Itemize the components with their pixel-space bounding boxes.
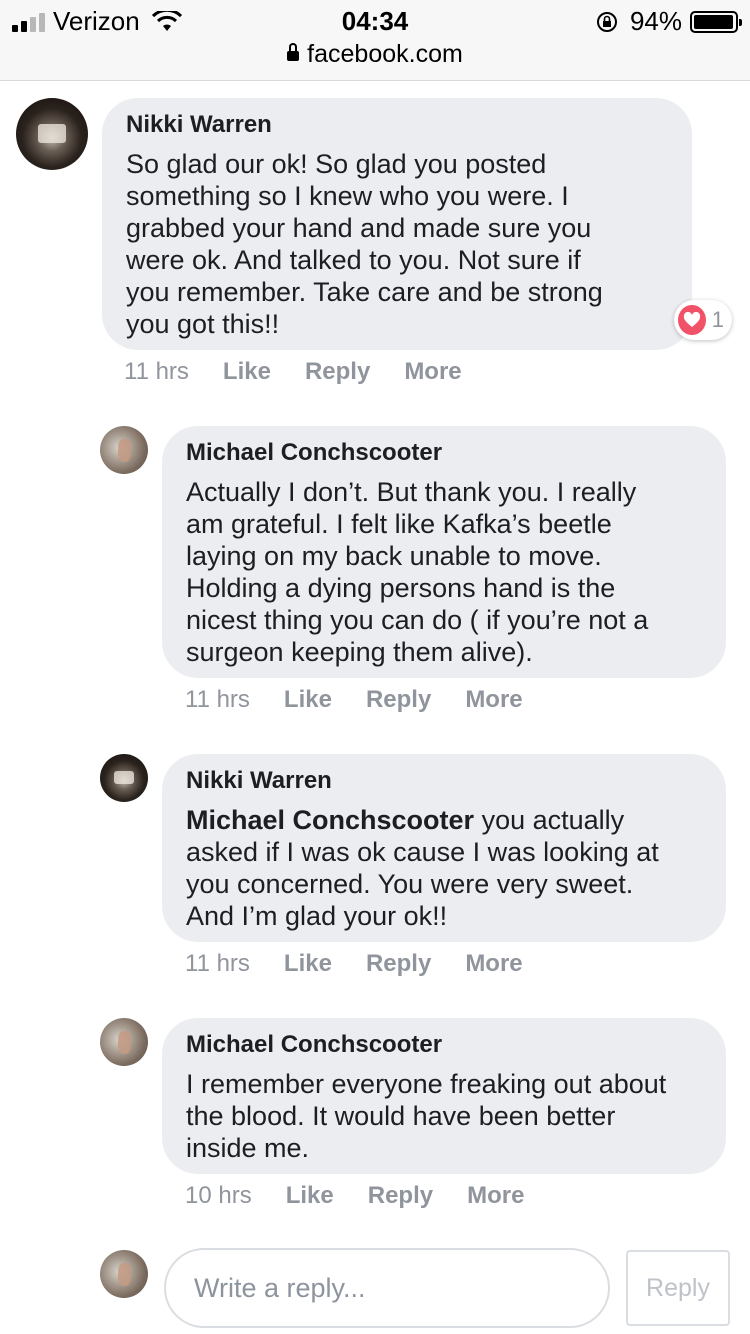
like-button[interactable]: Like [223, 358, 271, 386]
comment-actions: 11 hrs Like Reply More [185, 950, 523, 978]
avatar[interactable] [100, 1018, 148, 1066]
reply-input[interactable]: Write a reply... [164, 1248, 610, 1328]
url-text: facebook.com [307, 40, 463, 68]
comment-actions: 10 hrs Like Reply More [185, 1182, 524, 1210]
comment-bubble: Michael Conchscooter Actually I don’t. B… [162, 426, 726, 678]
like-button[interactable]: Like [286, 1182, 334, 1210]
avatar [100, 1250, 148, 1298]
comment-author[interactable]: Michael Conchscooter [186, 438, 702, 468]
reaction-count: 1 [711, 307, 724, 332]
more-button[interactable]: More [467, 1182, 524, 1210]
reply-submit-button[interactable]: Reply [626, 1250, 730, 1326]
comment-author[interactable]: Nikki Warren [126, 110, 668, 140]
comment-actions: 11 hrs Like Reply More [124, 358, 462, 386]
reply-button[interactable]: Reply [366, 686, 431, 714]
comment-text: Michael Conchscooter you actually asked … [186, 804, 702, 932]
like-button[interactable]: Like [284, 686, 332, 714]
comment-timestamp[interactable]: 11 hrs [124, 358, 189, 386]
avatar[interactable] [100, 754, 148, 802]
avatar[interactable] [100, 426, 148, 474]
comment-author[interactable]: Michael Conchscooter [186, 1030, 702, 1060]
reply-button[interactable]: Reply [368, 1182, 433, 1210]
comment-timestamp[interactable]: 11 hrs [185, 950, 250, 978]
address-bar[interactable]: facebook.com [0, 40, 750, 69]
status-bar: Verizon 04:34 94% facebook.com [0, 0, 750, 81]
more-button[interactable]: More [465, 950, 522, 978]
lock-icon [287, 43, 300, 61]
more-button[interactable]: More [465, 686, 522, 714]
comment-author[interactable]: Nikki Warren [186, 766, 702, 796]
heart-reaction-icon [678, 305, 706, 335]
battery-icon [690, 10, 742, 33]
reply-button[interactable]: Reply [366, 950, 431, 978]
comment-timestamp[interactable]: 11 hrs [185, 686, 250, 714]
comment-text: Actually I don’t. But thank you. I reall… [186, 477, 649, 667]
reply-button[interactable]: Reply [305, 358, 370, 386]
rotation-lock-icon [596, 11, 617, 32]
reaction-badge[interactable]: 1 [674, 300, 732, 340]
more-button[interactable]: More [404, 358, 461, 386]
comment-bubble: Nikki Warren So glad our ok! So glad you… [102, 98, 692, 350]
like-button[interactable]: Like [284, 950, 332, 978]
comment-timestamp[interactable]: 10 hrs [185, 1182, 252, 1210]
mention-link[interactable]: Michael Conchscooter [186, 805, 474, 835]
battery-percent: 94% [629, 6, 682, 36]
avatar[interactable] [16, 98, 88, 170]
status-right: 94% [596, 6, 742, 37]
comment-bubble: Michael Conchscooter I remember everyone… [162, 1018, 726, 1174]
comment-text: I remember everyone freaking out about t… [186, 1069, 667, 1163]
comment-text: So glad our ok! So glad you posted somet… [126, 149, 603, 339]
comment-bubble: Nikki Warren Michael Conchscooter you ac… [162, 754, 726, 942]
comment-actions: 11 hrs Like Reply More [185, 686, 523, 714]
